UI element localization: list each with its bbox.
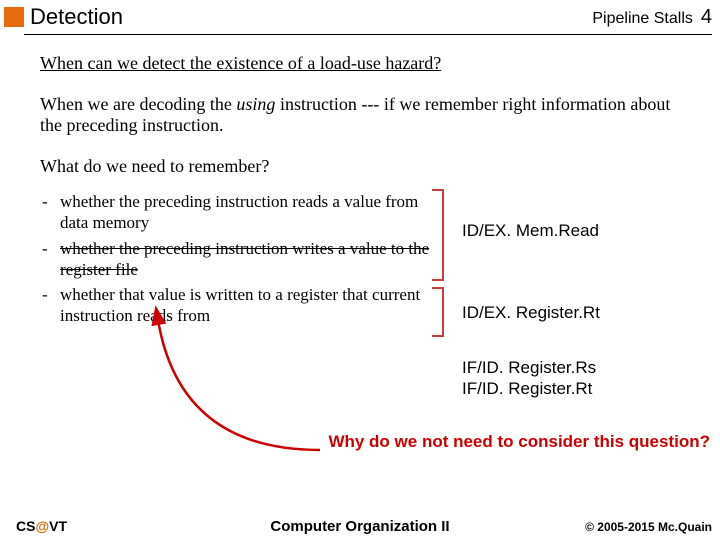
ifid-rs: IF/ID. Register.Rs bbox=[462, 358, 596, 377]
accent-square-icon bbox=[4, 7, 24, 27]
page-number: 4 bbox=[701, 6, 712, 29]
slide-header: Detection Pipeline Stalls 4 bbox=[0, 0, 720, 34]
paragraph-answer: When we are decoding the using instructi… bbox=[40, 94, 692, 136]
bracket-icon bbox=[432, 189, 444, 281]
remember-list: whether the preceding instruction reads … bbox=[40, 191, 430, 327]
list-item: whether the preceding instruction writes… bbox=[60, 238, 430, 281]
li3-text: whether that value is written to a regis… bbox=[60, 285, 420, 325]
signal-label-idex-rt: ID/EX. Register.Rt bbox=[462, 303, 600, 323]
footer-vt: VT bbox=[49, 518, 67, 534]
footer-cs: CS bbox=[16, 518, 35, 534]
footer-copyright: © 2005-2015 Mc.Quain bbox=[585, 520, 712, 534]
question-1: When can we detect the existence of a lo… bbox=[40, 53, 692, 74]
bracket-column bbox=[430, 191, 452, 331]
list-item: whether the preceding instruction reads … bbox=[60, 191, 430, 234]
slide-title: Detection bbox=[30, 4, 592, 30]
slide-footer: CS@VT Computer Organization II © 2005-20… bbox=[0, 518, 720, 534]
section-label: Pipeline Stalls bbox=[592, 10, 693, 28]
p2-part-a: When we are decoding the bbox=[40, 94, 236, 114]
signal-label-ifid: IF/ID. Register.Rs IF/ID. Register.Rt bbox=[462, 357, 596, 400]
bullet-list-column: whether the preceding instruction reads … bbox=[40, 191, 430, 331]
footer-center: Computer Organization II bbox=[270, 518, 449, 535]
header-right: Pipeline Stalls 4 bbox=[592, 6, 712, 29]
slide-body: When can we detect the existence of a lo… bbox=[0, 35, 720, 331]
signal-labels-column: ID/EX. Mem.Read ID/EX. Register.Rt IF/ID… bbox=[452, 191, 692, 331]
footer-left: CS@VT bbox=[16, 518, 67, 534]
signal-label-memread: ID/EX. Mem.Read bbox=[462, 221, 599, 241]
p2-emph: using bbox=[236, 94, 275, 114]
bracket-icon bbox=[432, 287, 444, 337]
li2-text: whether the preceding instruction writes… bbox=[60, 239, 429, 279]
list-and-labels: whether the preceding instruction reads … bbox=[40, 191, 692, 331]
callout-question: Why do we not need to consider this ques… bbox=[328, 432, 710, 452]
list-item: whether that value is written to a regis… bbox=[60, 284, 430, 327]
question-2: What do we need to remember? bbox=[40, 156, 692, 177]
ifid-rt: IF/ID. Register.Rt bbox=[462, 379, 592, 398]
li1-text: whether the preceding instruction reads … bbox=[60, 192, 418, 232]
footer-at: @ bbox=[35, 518, 49, 534]
